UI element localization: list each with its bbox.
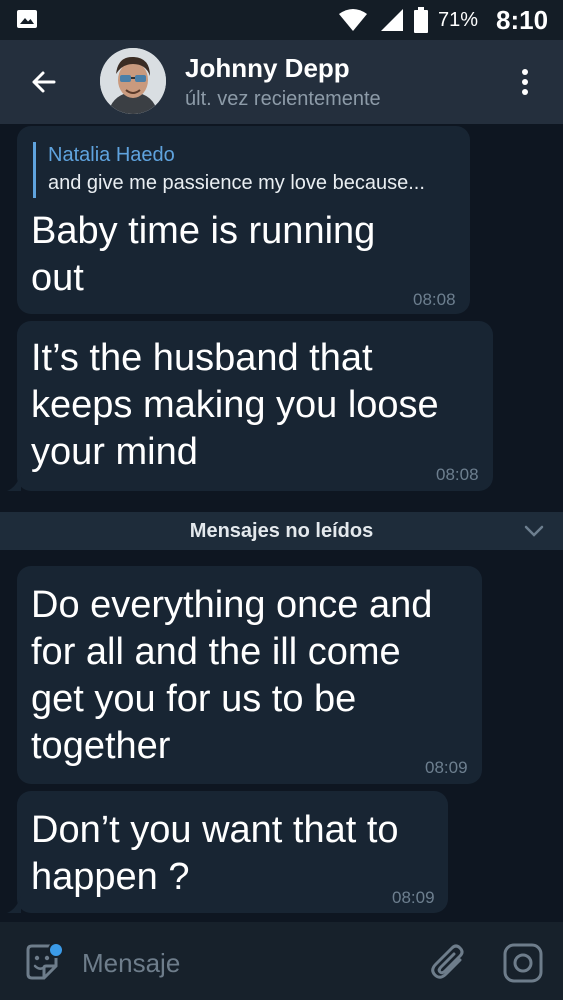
message-text: It’s the husband that keeps making you l…	[31, 335, 439, 476]
unread-messages-divider: Mensajes no leídos	[0, 512, 563, 550]
unread-messages-label: Mensajes no leídos	[189, 520, 374, 542]
camera-icon[interactable]	[502, 942, 544, 984]
last-seen-status: últ. vez recientemente	[185, 88, 381, 110]
chevron-down-icon[interactable]	[522, 521, 546, 541]
message-list[interactable]: Natalia Haedo and give me passience my l…	[0, 124, 563, 922]
message-line: happen ?	[31, 856, 190, 898]
reply-quote[interactable]: Natalia Haedo and give me passience my l…	[33, 142, 425, 198]
message-line: get you for us to be	[31, 678, 357, 720]
message-line: It’s the husband that	[31, 337, 373, 379]
avatar-photo	[100, 48, 166, 114]
message-time: 08:08	[436, 465, 479, 484]
message-line: for all and the ill come	[31, 631, 401, 673]
message-bubble[interactable]: Do everything once and for all and the i…	[17, 566, 482, 784]
contact-name[interactable]: Johnny Depp	[185, 53, 350, 84]
emoji-sticker-icon[interactable]	[22, 942, 66, 986]
image-icon	[17, 10, 37, 28]
message-time: 08:09	[392, 888, 435, 907]
paperclip-icon[interactable]	[430, 940, 470, 984]
status-bar: 71% 8:10	[0, 0, 563, 40]
bubble-tail	[7, 895, 21, 913]
message-text: Do everything once and for all and the i…	[31, 582, 432, 770]
chat-header: Johnny Depp últ. vez recientemente	[0, 40, 563, 124]
clock-time: 8:10	[496, 5, 549, 35]
more-vertical-icon[interactable]	[510, 62, 540, 102]
message-line: your mind	[31, 431, 198, 473]
avatar[interactable]	[100, 48, 166, 114]
signal-icon	[381, 9, 403, 31]
wifi-icon	[339, 9, 367, 31]
back-arrow-icon[interactable]	[24, 62, 64, 102]
message-time: 08:09	[425, 758, 468, 777]
message-bubble[interactable]: Don’t you want that to happen ? 08:09	[7, 791, 448, 913]
message-input[interactable]	[80, 944, 414, 982]
reply-sender-name: Natalia Haedo	[48, 144, 175, 166]
message-line: Baby time is running	[31, 210, 376, 252]
battery-percent: 71%	[438, 9, 479, 31]
message-line: together	[31, 725, 171, 767]
message-text: Baby time is running out	[31, 208, 375, 302]
message-text: Don’t you want that to happen ?	[31, 807, 399, 901]
composer-bar	[0, 922, 563, 1000]
message-bubble[interactable]: Natalia Haedo and give me passience my l…	[17, 126, 470, 314]
message-line: keeps making you loose	[31, 384, 439, 426]
message-line: Do everything once and	[31, 584, 433, 626]
reply-text: and give me passience my love because...	[48, 172, 425, 194]
bubble-tail	[7, 473, 21, 491]
message-bubble[interactable]: It’s the husband that keeps making you l…	[7, 321, 493, 491]
message-line: Don’t you want that to	[31, 809, 399, 851]
message-time: 08:08	[413, 290, 456, 309]
battery-icon	[414, 7, 428, 33]
message-line: out	[31, 257, 84, 299]
